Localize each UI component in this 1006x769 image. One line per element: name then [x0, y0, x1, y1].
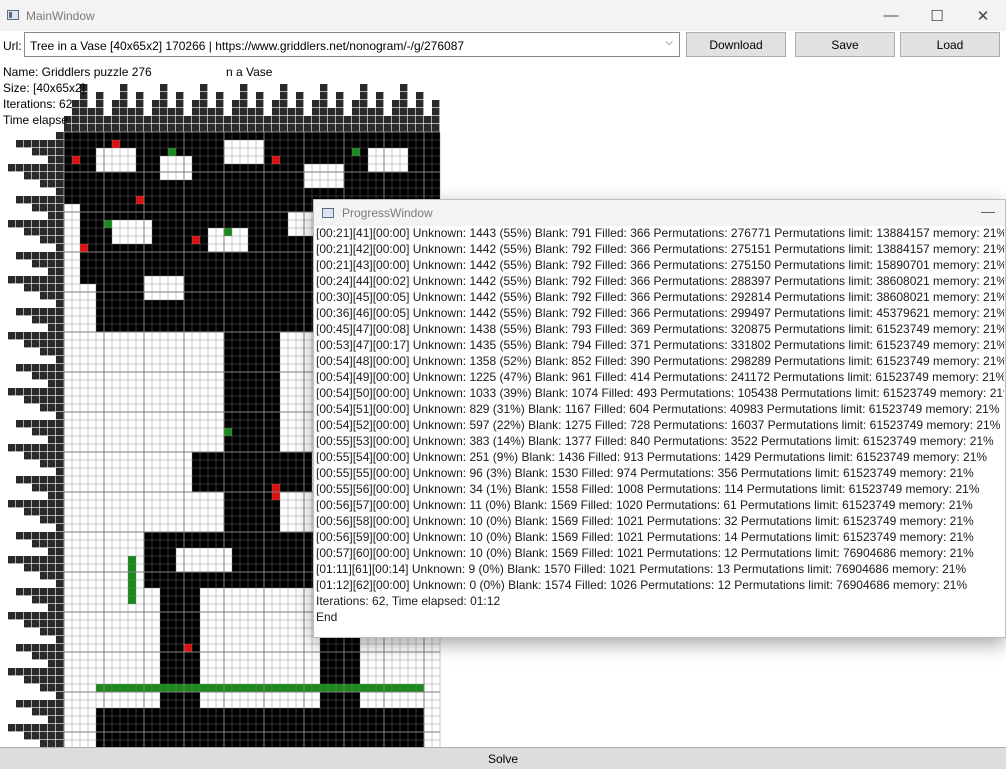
- iterations-label: Iterations: 62: [3, 97, 73, 111]
- log-line: Iterations: 62, Time elapsed: 01:12: [316, 594, 501, 608]
- window-title: MainWindow: [26, 9, 95, 23]
- main-title-bar[interactable]: MainWindow — ☐ ✕: [0, 0, 1006, 31]
- time-elapsed-label: Time elapse: [3, 113, 68, 127]
- log-line: [00:45][47][00:08] Unknown: 1438 (55%) B…: [316, 322, 1004, 336]
- solve-button[interactable]: Solve: [0, 747, 1006, 769]
- puzzle-name-tail: n a Vase: [226, 65, 273, 79]
- log-line: [00:55][56][00:00] Unknown: 34 (1%) Blan…: [316, 482, 980, 496]
- log-line: [00:36][46][00:05] Unknown: 1442 (55%) B…: [316, 306, 1004, 320]
- log-line: [00:54][52][00:00] Unknown: 597 (22%) Bl…: [316, 418, 1001, 432]
- log-line: [00:54][49][00:00] Unknown: 1225 (47%) B…: [316, 370, 1004, 384]
- log-line: [00:56][59][00:00] Unknown: 10 (0%) Blan…: [316, 530, 974, 544]
- close-button[interactable]: ✕: [960, 0, 1006, 31]
- log-line: End: [316, 610, 338, 624]
- app-window-icon: [322, 208, 334, 218]
- progress-window[interactable]: ProgressWindow — [00:21][41][00:00] Unkn…: [313, 199, 1006, 638]
- app-window-icon: [7, 10, 19, 20]
- log-line: [00:21][41][00:00] Unknown: 1443 (55%) B…: [316, 226, 1004, 240]
- log-line: [00:55][53][00:00] Unknown: 383 (14%) Bl…: [316, 434, 994, 448]
- log-line: [00:54][48][00:00] Unknown: 1358 (52%) B…: [316, 354, 1004, 368]
- log-line: [01:11][61][00:14] Unknown: 9 (0%) Blank…: [316, 562, 967, 576]
- log-line: [00:57][60][00:00] Unknown: 10 (0%) Blan…: [316, 546, 974, 560]
- log-line: [00:30][45][00:05] Unknown: 1442 (55%) B…: [316, 290, 1004, 304]
- progress-title-bar[interactable]: ProgressWindow —: [314, 200, 1005, 226]
- progress-log: [00:21][41][00:00] Unknown: 1443 (55%) B…: [316, 225, 1004, 635]
- minimize-button[interactable]: —: [868, 0, 914, 31]
- url-value: Tree in a Vase [40x65x2] 170266 | https:…: [30, 39, 465, 53]
- log-line: [00:21][43][00:00] Unknown: 1442 (55%) B…: [316, 258, 1004, 272]
- log-line: [00:56][58][00:00] Unknown: 10 (0%) Blan…: [316, 514, 974, 528]
- log-line: [00:53][47][00:17] Unknown: 1435 (55%) B…: [316, 338, 1004, 352]
- load-button[interactable]: Load: [900, 32, 1000, 57]
- download-button[interactable]: Download: [686, 32, 786, 57]
- url-label: Url:: [3, 39, 22, 53]
- progress-window-title: ProgressWindow: [342, 206, 433, 220]
- chevron-down-icon[interactable]: ⌵: [665, 37, 673, 48]
- log-line: [00:21][42][00:00] Unknown: 1442 (55%) B…: [316, 242, 1004, 256]
- log-line: [01:12][62][00:00] Unknown: 0 (0%) Blank…: [316, 578, 968, 592]
- log-line: [00:54][50][00:00] Unknown: 1033 (39%) B…: [316, 386, 1004, 400]
- puzzle-name: Name: Griddlers puzzle 276: [3, 65, 152, 79]
- save-button[interactable]: Save: [795, 32, 895, 57]
- log-line: [00:24][44][00:02] Unknown: 1442 (55%) B…: [316, 274, 1004, 288]
- log-line: [00:55][55][00:00] Unknown: 96 (3%) Blan…: [316, 466, 974, 480]
- url-combobox[interactable]: Tree in a Vase [40x65x2] 170266 | https:…: [24, 32, 680, 57]
- log-line: [00:54][51][00:00] Unknown: 829 (31%) Bl…: [316, 402, 1000, 416]
- log-line: [00:56][57][00:00] Unknown: 11 (0%) Blan…: [316, 498, 973, 512]
- maximize-button[interactable]: ☐: [914, 0, 960, 31]
- log-line: [00:55][54][00:00] Unknown: 251 (9%) Bla…: [316, 450, 988, 464]
- minimize-button[interactable]: —: [981, 203, 995, 219]
- puzzle-size: Size: [40x65x2]: [3, 81, 86, 95]
